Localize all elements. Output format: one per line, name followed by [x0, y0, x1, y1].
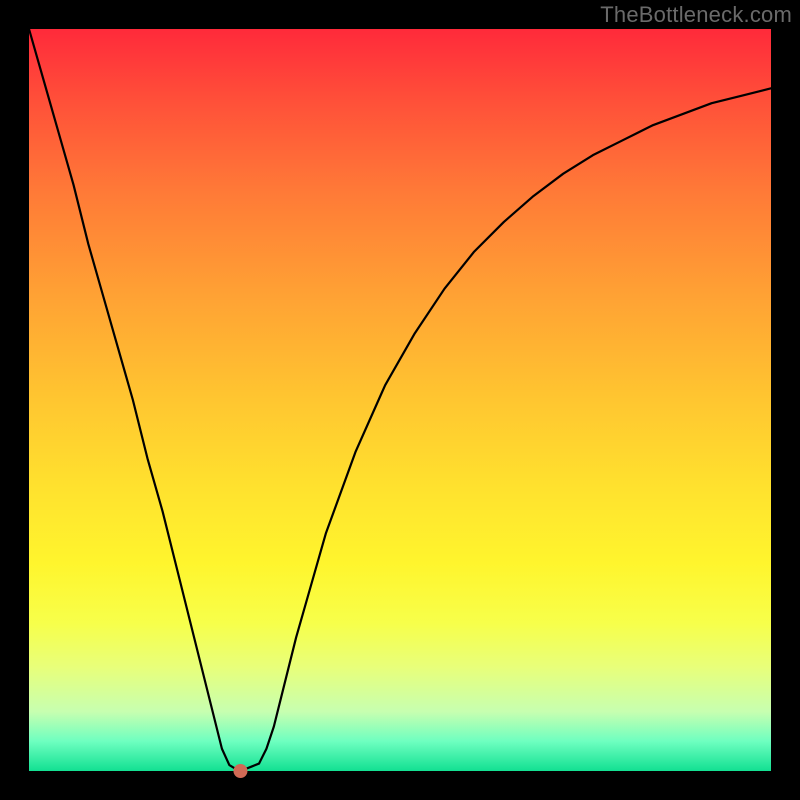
bottleneck-curve — [29, 29, 771, 770]
minimum-marker — [233, 764, 247, 778]
curve-layer — [29, 29, 771, 771]
watermark-text: TheBottleneck.com — [600, 2, 792, 28]
plot-area — [29, 29, 771, 771]
chart-container: TheBottleneck.com — [0, 0, 800, 800]
